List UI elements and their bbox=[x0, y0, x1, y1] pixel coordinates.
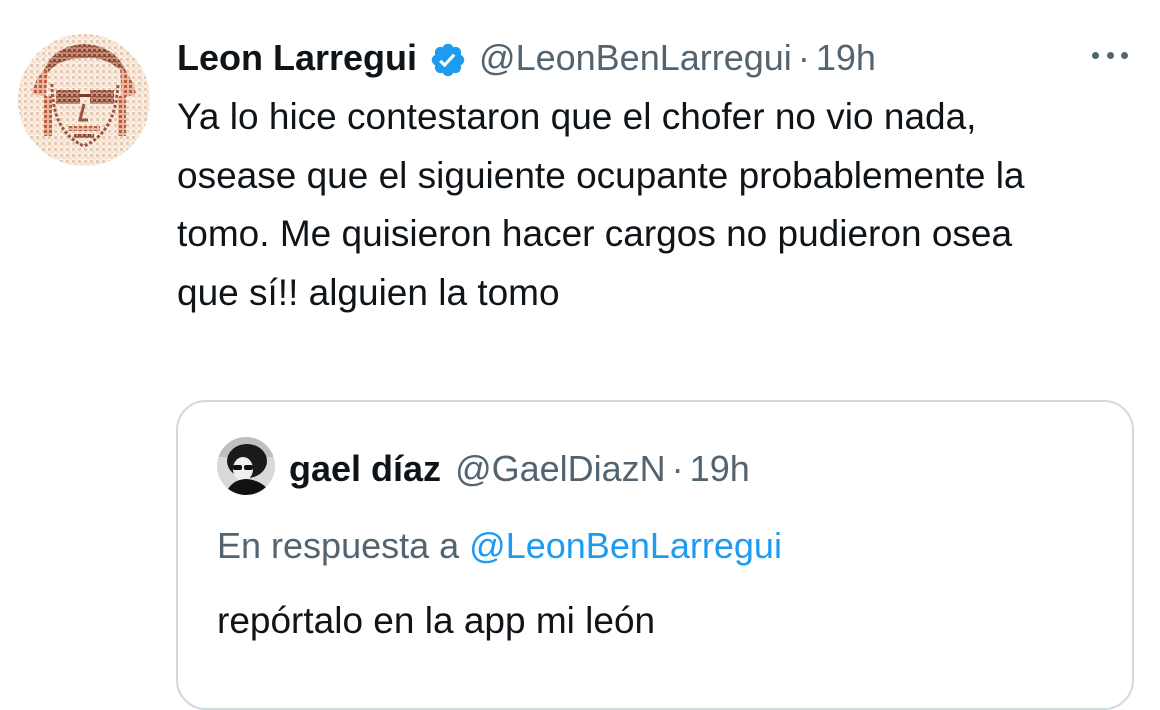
author-handle[interactable]: @LeonBenLarregui bbox=[479, 30, 792, 86]
tweet: Leon Larregui @LeonBenLarregui · 19h Ya … bbox=[0, 0, 1160, 710]
reply-mention-link[interactable]: @LeonBenLarregui bbox=[469, 525, 782, 566]
tweet-timestamp[interactable]: 19h bbox=[816, 30, 876, 86]
verified-badge-icon bbox=[429, 39, 467, 77]
more-options-icon[interactable] bbox=[1086, 40, 1134, 70]
separator-dot: · bbox=[797, 37, 810, 78]
quoted-tweet-timestamp[interactable]: 19h bbox=[690, 441, 750, 497]
author-display-name[interactable]: Leon Larregui bbox=[177, 30, 417, 86]
author-avatar[interactable] bbox=[18, 34, 150, 166]
quoted-author-display-name[interactable]: gael díaz bbox=[289, 441, 441, 497]
quoted-author-handle[interactable]: @GaelDiazN bbox=[455, 441, 666, 497]
quoted-tweet-header: gael díaz @GaelDiazN · 19h bbox=[289, 441, 750, 497]
quoted-tweet-text: repórtalo en la app mi león bbox=[217, 600, 656, 641]
tweet-text: Ya lo hice contestaron que el chofer no … bbox=[177, 96, 1025, 313]
sketch-portrait-avatar-icon bbox=[18, 34, 150, 166]
reply-context: En respuesta a @LeonBenLarregui bbox=[217, 518, 782, 574]
quoted-separator-dot: · bbox=[671, 448, 684, 489]
tweet-header: Leon Larregui @LeonBenLarregui · 19h bbox=[177, 30, 876, 86]
reply-prefix-label: En respuesta a bbox=[217, 525, 460, 566]
quoted-author-avatar[interactable] bbox=[217, 437, 275, 495]
bw-photo-avatar-icon bbox=[217, 437, 275, 495]
